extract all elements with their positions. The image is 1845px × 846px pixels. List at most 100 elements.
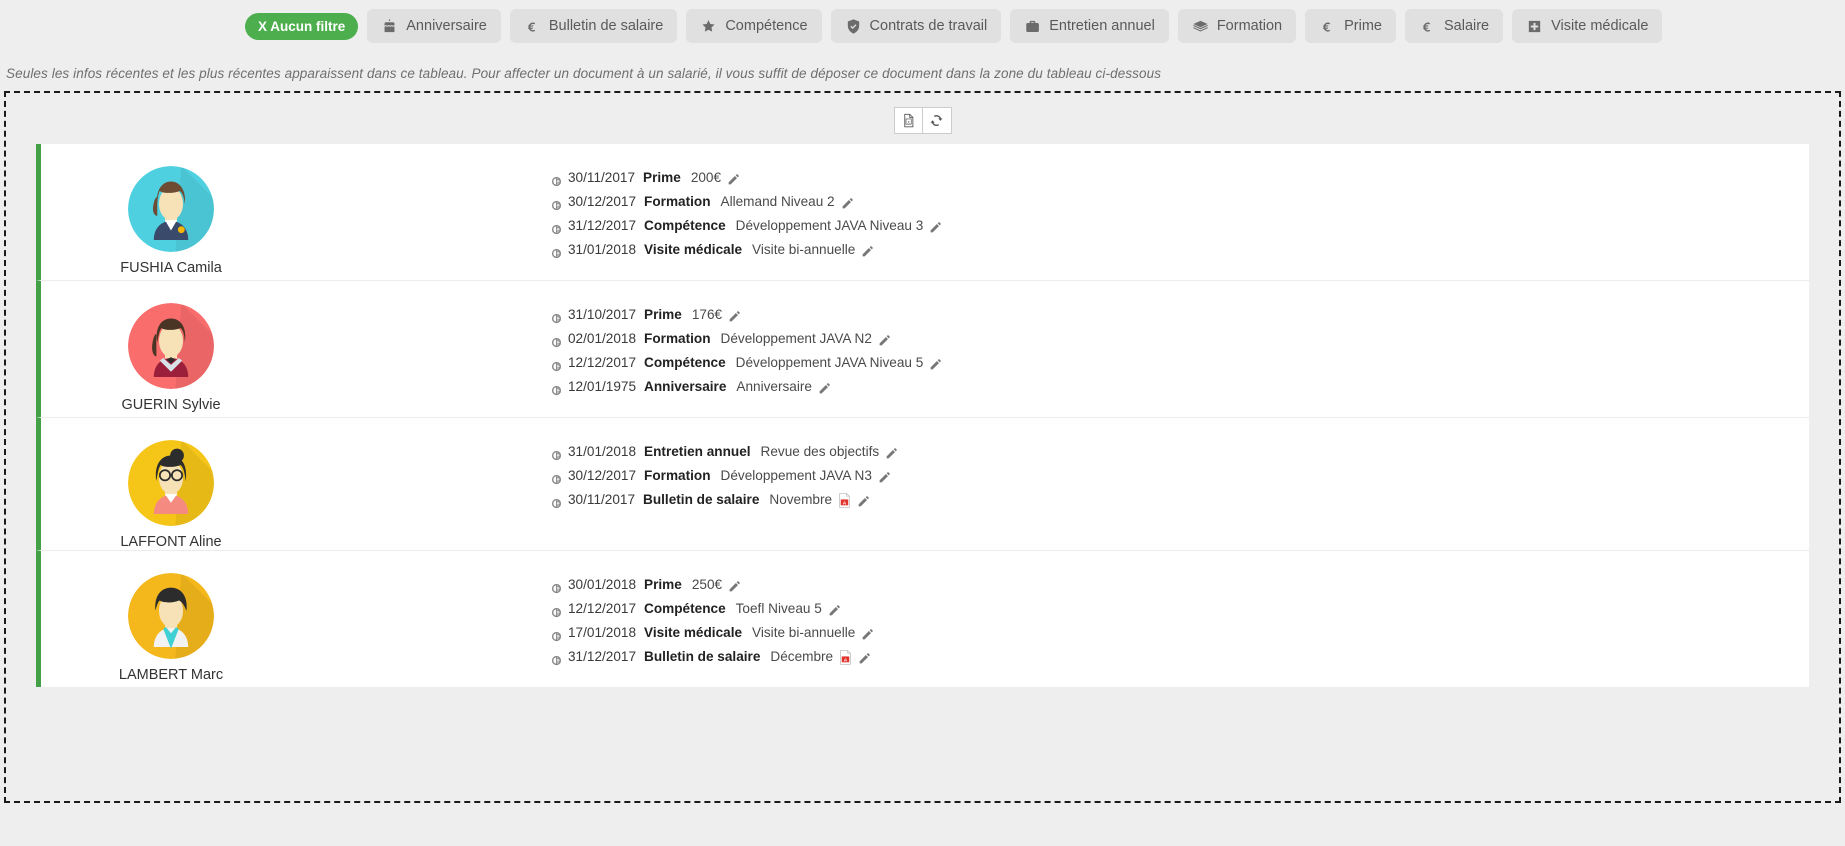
pencil-edit-icon[interactable]	[929, 357, 942, 370]
event-date: 17/01/2018	[568, 625, 637, 640]
event-value: 176€	[691, 307, 723, 322]
event-item: 12/12/2017 Compétence Toefl Niveau 5	[551, 597, 1809, 621]
filter-chip-salaire[interactable]: Salaire	[1404, 9, 1504, 43]
pencil-edit-icon[interactable]	[878, 470, 891, 483]
event-date: 30/11/2017	[568, 492, 636, 507]
table-row[interactable]: FUSHIA Camila 30/11/2017 Prime 200€ 30/12/20…	[36, 144, 1809, 281]
avatar	[128, 440, 214, 526]
table-row[interactable]: LAFFONT Aline 31/01/2018 Entretien annuel R…	[36, 418, 1809, 551]
event-value: Décembre	[770, 649, 834, 664]
event-item: 31/10/2017 Prime 176€	[551, 303, 1809, 327]
filter-chip-bulletin-de-salaire[interactable]: Bulletin de salaire	[509, 9, 678, 43]
event-bullet-icon	[551, 471, 562, 484]
event-bullet-icon	[551, 580, 562, 593]
filter-chip-label: Salaire	[1443, 18, 1490, 34]
filter-chip-prime[interactable]: Prime	[1305, 9, 1396, 43]
filter-chip-label: Prime	[1344, 18, 1382, 34]
export-excel-button[interactable]: x	[893, 107, 923, 134]
event-item: 02/01/2018 Formation Développement JAVA N2	[551, 327, 1809, 351]
event-date: 30/01/2018	[568, 577, 637, 592]
employee-name: LAFFONT Aline	[120, 534, 222, 550]
euro-icon	[1319, 18, 1336, 35]
filter-chip-comp-tence[interactable]: Compétence	[686, 9, 822, 43]
filter-chip-label: Compétence	[725, 18, 808, 34]
event-date: 31/12/2017	[568, 218, 637, 233]
pencil-edit-icon[interactable]	[841, 196, 854, 209]
event-value: Allemand Niveau 2	[720, 194, 835, 209]
event-value: 250€	[691, 577, 723, 592]
pencil-edit-icon[interactable]	[728, 309, 741, 322]
pencil-edit-icon[interactable]	[929, 220, 942, 233]
pencil-edit-icon[interactable]	[861, 627, 874, 640]
document-drop-zone[interactable]: x FUSHIA Camila 30/11/2017 Prime 200€ 30/12/…	[4, 91, 1841, 803]
event-date: 12/01/1975	[568, 379, 637, 394]
filter-chip-x-aucun-filtre[interactable]: X Aucun filtre	[245, 12, 359, 40]
event-date: 30/12/2017	[568, 468, 637, 483]
event-type: Prime	[644, 577, 682, 592]
filter-chip-label: Contrats de travail	[869, 18, 988, 34]
event-type: Compétence	[644, 218, 726, 233]
event-date: 30/11/2017	[568, 170, 636, 185]
svg-text:A: A	[843, 500, 847, 506]
pencil-edit-icon[interactable]	[818, 381, 831, 394]
table-row[interactable]: LAMBERT Marc 30/01/2018 Prime 250€ 12/12/201…	[36, 551, 1809, 687]
pdf-file-icon[interactable]: A	[838, 492, 851, 508]
filter-chip-label: X Aucun filtre	[258, 18, 346, 34]
event-bullet-icon	[551, 382, 562, 395]
event-bullet-icon	[551, 604, 562, 617]
filter-chip-label: Anniversaire	[406, 18, 487, 34]
event-date: 31/10/2017	[568, 307, 637, 322]
event-bullet-icon	[551, 310, 562, 323]
event-type: Visite médicale	[644, 625, 743, 640]
events-cell: 31/01/2018 Entretien annuel Revue des obje…	[301, 418, 1809, 530]
avatar	[128, 303, 214, 389]
event-type: Formation	[644, 468, 711, 483]
event-bullet-icon	[551, 652, 562, 665]
filter-chip-label: Formation	[1216, 18, 1283, 34]
refresh-icon	[929, 113, 944, 128]
svg-text:x: x	[907, 120, 910, 125]
employee-cell: LAMBERT Marc	[41, 551, 301, 683]
event-bullet-icon	[551, 447, 562, 460]
pencil-edit-icon[interactable]	[727, 172, 740, 185]
filter-chip-anniversaire[interactable]: Anniversaire	[367, 9, 501, 43]
events-cell: 30/01/2018 Prime 250€ 12/12/2017 Compétence T…	[301, 551, 1809, 687]
employee-cell: LAFFONT Aline	[41, 418, 301, 550]
filter-chip-visite-m-dicale[interactable]: Visite médicale	[1512, 9, 1663, 43]
refresh-button[interactable]	[922, 107, 952, 134]
pencil-edit-icon[interactable]	[728, 579, 741, 592]
pencil-edit-icon[interactable]	[885, 446, 898, 459]
event-item: 31/01/2018 Visite médicale Visite bi-annue…	[551, 238, 1809, 262]
filter-chip-contrats-de-travail[interactable]: Contrats de travail	[830, 9, 1002, 43]
pencil-edit-icon[interactable]	[861, 244, 874, 257]
event-type: Bulletin de salaire	[644, 649, 761, 664]
pdf-file-icon[interactable]: A	[839, 649, 852, 665]
event-type: Formation	[644, 194, 711, 209]
event-value: Toefl Niveau 5	[735, 601, 822, 616]
euro-icon	[1419, 18, 1436, 35]
event-value: Visite bi-annuelle	[752, 625, 856, 640]
excel-file-icon: x	[901, 113, 916, 128]
event-item: 30/11/2017 Bulletin de salaire Novembre A	[551, 488, 1809, 512]
event-value: Développement JAVA N3	[720, 468, 872, 483]
event-item: 12/01/1975 Anniversaire Anniversaire	[551, 375, 1809, 399]
filter-chip-label: Visite médicale	[1551, 18, 1649, 34]
event-date: 12/12/2017	[568, 601, 637, 616]
event-type: Entretien annuel	[644, 444, 751, 459]
briefcase-icon	[1024, 18, 1041, 35]
table-row[interactable]: GUERIN Sylvie 31/10/2017 Prime 176€ 02/01/20…	[36, 281, 1809, 418]
employee-name: GUERIN Sylvie	[121, 397, 221, 413]
hint-text: Seules les infos récentes et les plus ré…	[6, 66, 1162, 81]
pencil-edit-icon[interactable]	[858, 651, 871, 664]
avatar	[128, 573, 214, 659]
pencil-edit-icon[interactable]	[878, 333, 891, 346]
pencil-edit-icon[interactable]	[828, 603, 841, 616]
event-bullet-icon	[551, 334, 562, 347]
event-item: 31/01/2018 Entretien annuel Revue des obje…	[551, 440, 1809, 464]
event-item: 31/12/2017 Bulletin de salaire Décembre A	[551, 645, 1809, 669]
event-bullet-icon	[551, 495, 562, 508]
filter-chip-entretien-annuel[interactable]: Entretien annuel	[1010, 9, 1169, 43]
filter-chip-formation[interactable]: Formation	[1177, 9, 1297, 43]
pencil-edit-icon[interactable]	[857, 494, 870, 507]
event-value: Revue des objectifs	[760, 444, 880, 459]
